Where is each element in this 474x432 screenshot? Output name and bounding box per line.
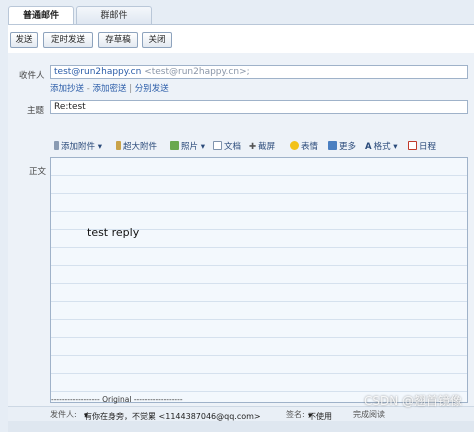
text-format-icon: A (365, 142, 372, 152)
subject-input[interactable]: Re:test (50, 100, 468, 114)
grid-icon (328, 141, 337, 150)
emoji-button[interactable]: 表情 (290, 140, 318, 154)
chevron-down-icon: ▾ (308, 411, 313, 420)
add-bcc-link[interactable]: 添加密送 (93, 84, 127, 94)
scheduled-send-button[interactable]: 定时发送 (43, 32, 93, 48)
compose-tabs: 普通邮件 群邮件 (8, 6, 474, 25)
separator-dash: - (86, 84, 90, 94)
screenshot-button[interactable]: ✚ 截屏 (249, 140, 275, 154)
recipient-chip[interactable]: test@run2happy.cn (54, 67, 141, 77)
recipient-options: 添加抄送 - 添加密送 | 分别发送 (50, 82, 169, 94)
large-attachment-button[interactable]: 超大附件 (116, 140, 157, 154)
read-receipt-option[interactable]: 完成阅读 (353, 409, 385, 420)
message-text: test reply (87, 226, 140, 239)
close-button[interactable]: 关闭 (142, 32, 172, 48)
paperclip-large-icon (116, 141, 121, 150)
body-label: 正文 (29, 167, 47, 177)
document-button[interactable]: 文档 (213, 140, 241, 154)
smiley-icon (290, 141, 299, 150)
subject-label: 主题 (27, 106, 45, 116)
calendar-icon (408, 141, 417, 150)
bottom-toolbar-strip (8, 421, 474, 432)
document-icon (213, 141, 222, 150)
add-cc-link[interactable]: 添加抄送 (50, 84, 84, 94)
editor-toolbar: 添加附件 ▾ 超大附件 照片 ▾ 文档 ✚ 截屏 表情 更多 A 格式 ▾ 日程 (50, 140, 468, 154)
compose-panel: 发送 定时发送 存草稿 关闭 收件人 test@run2happy.cn <te… (8, 24, 474, 432)
message-editor[interactable]: test reply ------------------ Original -… (50, 157, 468, 404)
compose-window: 普通邮件 群邮件 发送 定时发送 存草稿 关闭 收件人 test@run2hap… (8, 6, 474, 432)
send-button[interactable]: 发送 (10, 32, 38, 48)
signature-label: 签名: (286, 410, 305, 419)
recipient-label: 收件人 (19, 71, 45, 81)
add-attachment-button[interactable]: 添加附件 ▾ (54, 140, 102, 154)
calendar-button[interactable]: 日程 (408, 140, 436, 154)
format-button[interactable]: A 格式 ▾ (365, 140, 398, 154)
paperclip-icon (54, 141, 59, 150)
chevron-down-icon: ▾ (84, 411, 89, 420)
tab-group-mail[interactable]: 群邮件 (76, 6, 152, 24)
original-message-marker: ------------------ Original ------------… (51, 395, 183, 404)
crop-icon: ✚ (249, 142, 257, 152)
more-button[interactable]: 更多 (328, 140, 356, 154)
photo-icon (170, 141, 179, 150)
recipient-full-address: <test@run2happy.cn>; (144, 67, 250, 77)
photo-button[interactable]: 照片 ▾ (170, 140, 205, 154)
separator-bar: | (129, 84, 133, 94)
tab-normal-mail[interactable]: 普通邮件 (8, 6, 74, 25)
watermark: CSDN @翘首镜像 (363, 394, 462, 408)
recipient-field[interactable]: test@run2happy.cn <test@run2happy.cn>; (50, 65, 468, 79)
separate-send-link[interactable]: 分别发送 (135, 84, 169, 94)
sender-label: 发件人: (50, 410, 77, 419)
save-draft-button[interactable]: 存草稿 (98, 32, 138, 48)
